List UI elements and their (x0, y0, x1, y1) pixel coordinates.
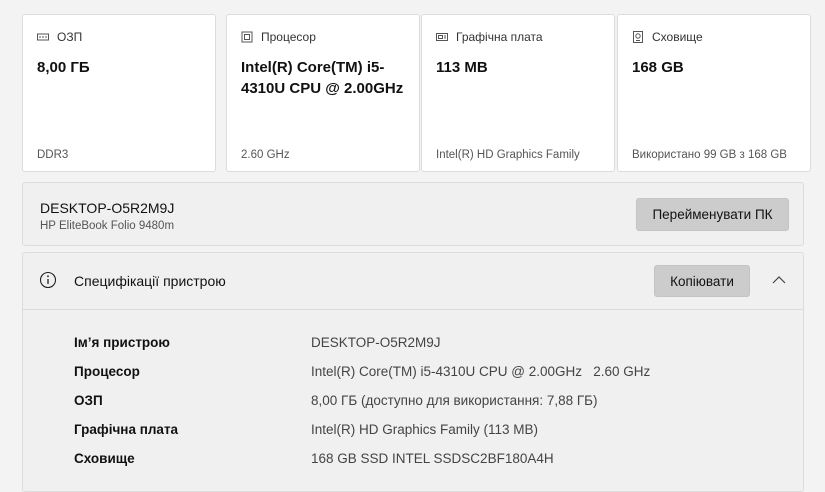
spec-label: Процесор (74, 364, 140, 379)
spec-row-ram: ОЗП 8,00 ГБ (доступно для використання: … (74, 393, 794, 413)
graphics-card-value: 113 MB (436, 59, 488, 76)
hardware-summary-cards: ОЗП 8,00 ГБ DDR3 Процесор Intel(R) Core(… (22, 14, 811, 174)
device-model: HP EliteBook Folio 9480m (40, 220, 175, 232)
device-specifications-header[interactable]: Специфікації пристрою Копіювати (23, 253, 803, 310)
device-name: DESKTOP-O5R2M9J (40, 200, 175, 216)
spec-label: Сховище (74, 451, 135, 466)
spec-value: DESKTOP-O5R2M9J (311, 335, 441, 350)
device-specifications-panel: Специфікації пристрою Копіювати Ім’я при… (22, 252, 804, 492)
spec-value: Intel(R) Core(TM) i5-4310U CPU @ 2.00GHz… (311, 364, 651, 379)
graphics-card-footer: Intel(R) HD Graphics Family (436, 149, 580, 161)
spec-value: Intel(R) HD Graphics Family (113 MB) (311, 422, 539, 437)
storage-icon (633, 31, 643, 43)
ram-icon (37, 33, 49, 41)
graphics-card-title: Графічна плата (456, 30, 543, 44)
graphics-card-header: Графічна плата (436, 30, 543, 44)
ram-card-title: ОЗП (57, 30, 83, 44)
copy-button[interactable]: Копіювати (654, 265, 750, 297)
ram-card: ОЗП 8,00 ГБ DDR3 (22, 14, 216, 172)
spec-row-graphics: Графічна плата Intel(R) HD Graphics Fami… (74, 422, 794, 442)
ram-card-value: 8,00 ГБ (37, 59, 90, 76)
chevron-up-icon[interactable] (771, 272, 787, 288)
storage-card-header: Сховище (632, 30, 703, 44)
processor-card-value: Intel(R) Core(TM) i5-4310U CPU @ 2.00GHz (241, 59, 404, 97)
processor-card: Процесор Intel(R) Core(TM) i5-4310U CPU … (226, 14, 420, 172)
spec-value: 168 GB SSD INTEL SSDSC2BF180A4H (311, 451, 554, 466)
storage-card-title: Сховище (652, 30, 703, 44)
device-name-bar: DESKTOP-O5R2M9J HP EliteBook Folio 9480m… (22, 182, 804, 246)
processor-card-header: Процесор (241, 30, 316, 44)
spec-label: ОЗП (74, 393, 103, 408)
storage-card-value: 168 GB (632, 59, 684, 76)
device-specifications-title: Специфікації пристрою (74, 273, 226, 289)
info-icon (39, 271, 57, 289)
graphics-card-icon (436, 33, 448, 41)
processor-card-title: Процесор (261, 30, 316, 44)
spec-label: Ім’я пристрою (74, 335, 170, 350)
spec-row-device-name: Ім’я пристрою DESKTOP-O5R2M9J (74, 335, 794, 355)
ram-card-footer: DDR3 (37, 149, 69, 161)
rename-pc-button[interactable]: Перейменувати ПК (636, 198, 789, 231)
spec-value: 8,00 ГБ (доступно для використання: 7,88… (311, 393, 598, 408)
ram-card-header: ОЗП (37, 30, 82, 44)
storage-card-footer: Використано 99 GB з 168 GB (632, 149, 787, 161)
spec-row-storage: Сховище 168 GB SSD INTEL SSDSC2BF180A4H (74, 451, 794, 471)
storage-card: Сховище 168 GB Використано 99 GB з 168 G… (617, 14, 811, 172)
spec-row-processor: Процесор Intel(R) Core(TM) i5-4310U CPU … (74, 364, 794, 384)
graphics-card: Графічна плата 113 MB Intel(R) HD Graphi… (421, 14, 615, 172)
spec-label: Графічна плата (74, 422, 179, 437)
processor-card-footer: 2.60 GHz (241, 149, 290, 161)
processor-icon (241, 31, 253, 43)
